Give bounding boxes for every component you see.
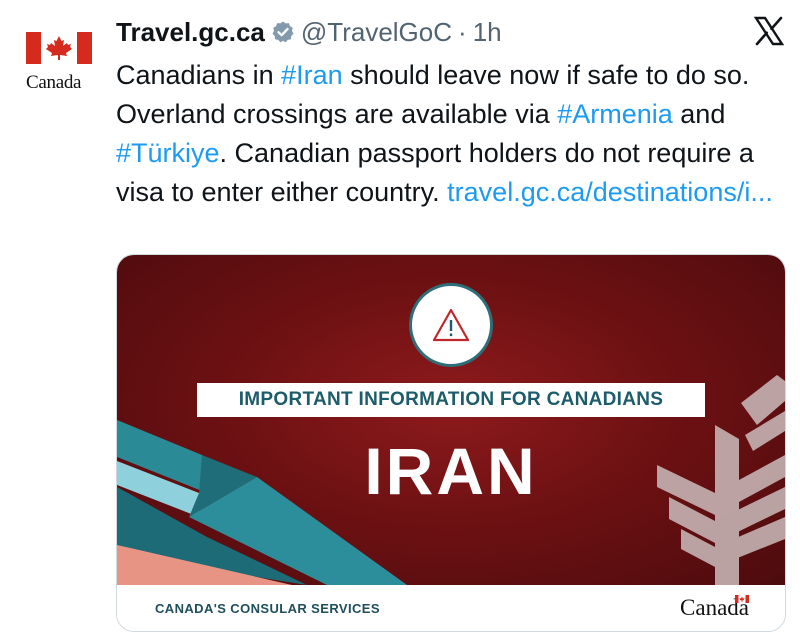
card-image: IMPORTANT INFORMATION FOR CANADIANS IRAN	[117, 255, 785, 585]
card-footer-label: CANADA'S CONSULAR SERVICES	[155, 601, 380, 616]
separator-dot: ·	[458, 16, 467, 47]
handle[interactable]: @TravelGoC	[301, 17, 452, 48]
canada-flag-icon	[26, 32, 92, 64]
hashtag-armenia[interactable]: #Armenia	[557, 99, 673, 129]
media-card[interactable]: IMPORTANT INFORMATION FOR CANADIANS IRAN…	[116, 254, 786, 632]
warning-triangle-icon	[432, 308, 470, 342]
tweet-text-segment: Canadians in	[116, 60, 282, 90]
display-name[interactable]: Travel.gc.ca	[116, 17, 265, 48]
tweet-text-segment: and	[672, 99, 726, 129]
timestamp[interactable]: 1h	[473, 17, 502, 48]
warning-badge	[409, 283, 493, 367]
avatar[interactable]: Canada	[14, 22, 100, 108]
tweet-header: Travel.gc.ca @TravelGoC · 1h	[116, 14, 740, 50]
card-banner: IMPORTANT INFORMATION FOR CANADIANS	[197, 383, 705, 417]
x-logo-icon[interactable]	[752, 14, 786, 48]
avatar-wordmark: Canada	[26, 72, 82, 93]
tweet-link[interactable]: travel.gc.ca/destinations/i...	[447, 177, 773, 207]
wordmark-flag-icon	[735, 595, 749, 603]
hashtag-iran[interactable]: #Iran	[281, 60, 343, 90]
card-footer: CANADA'S CONSULAR SERVICES Canada	[117, 585, 785, 631]
tweet-text: Canadians in #Iran should leave now if s…	[116, 56, 786, 212]
card-country-title: IRAN	[364, 434, 538, 508]
hashtag-türkiye[interactable]: #Türkiye	[116, 138, 220, 168]
verified-badge-icon	[272, 21, 294, 43]
